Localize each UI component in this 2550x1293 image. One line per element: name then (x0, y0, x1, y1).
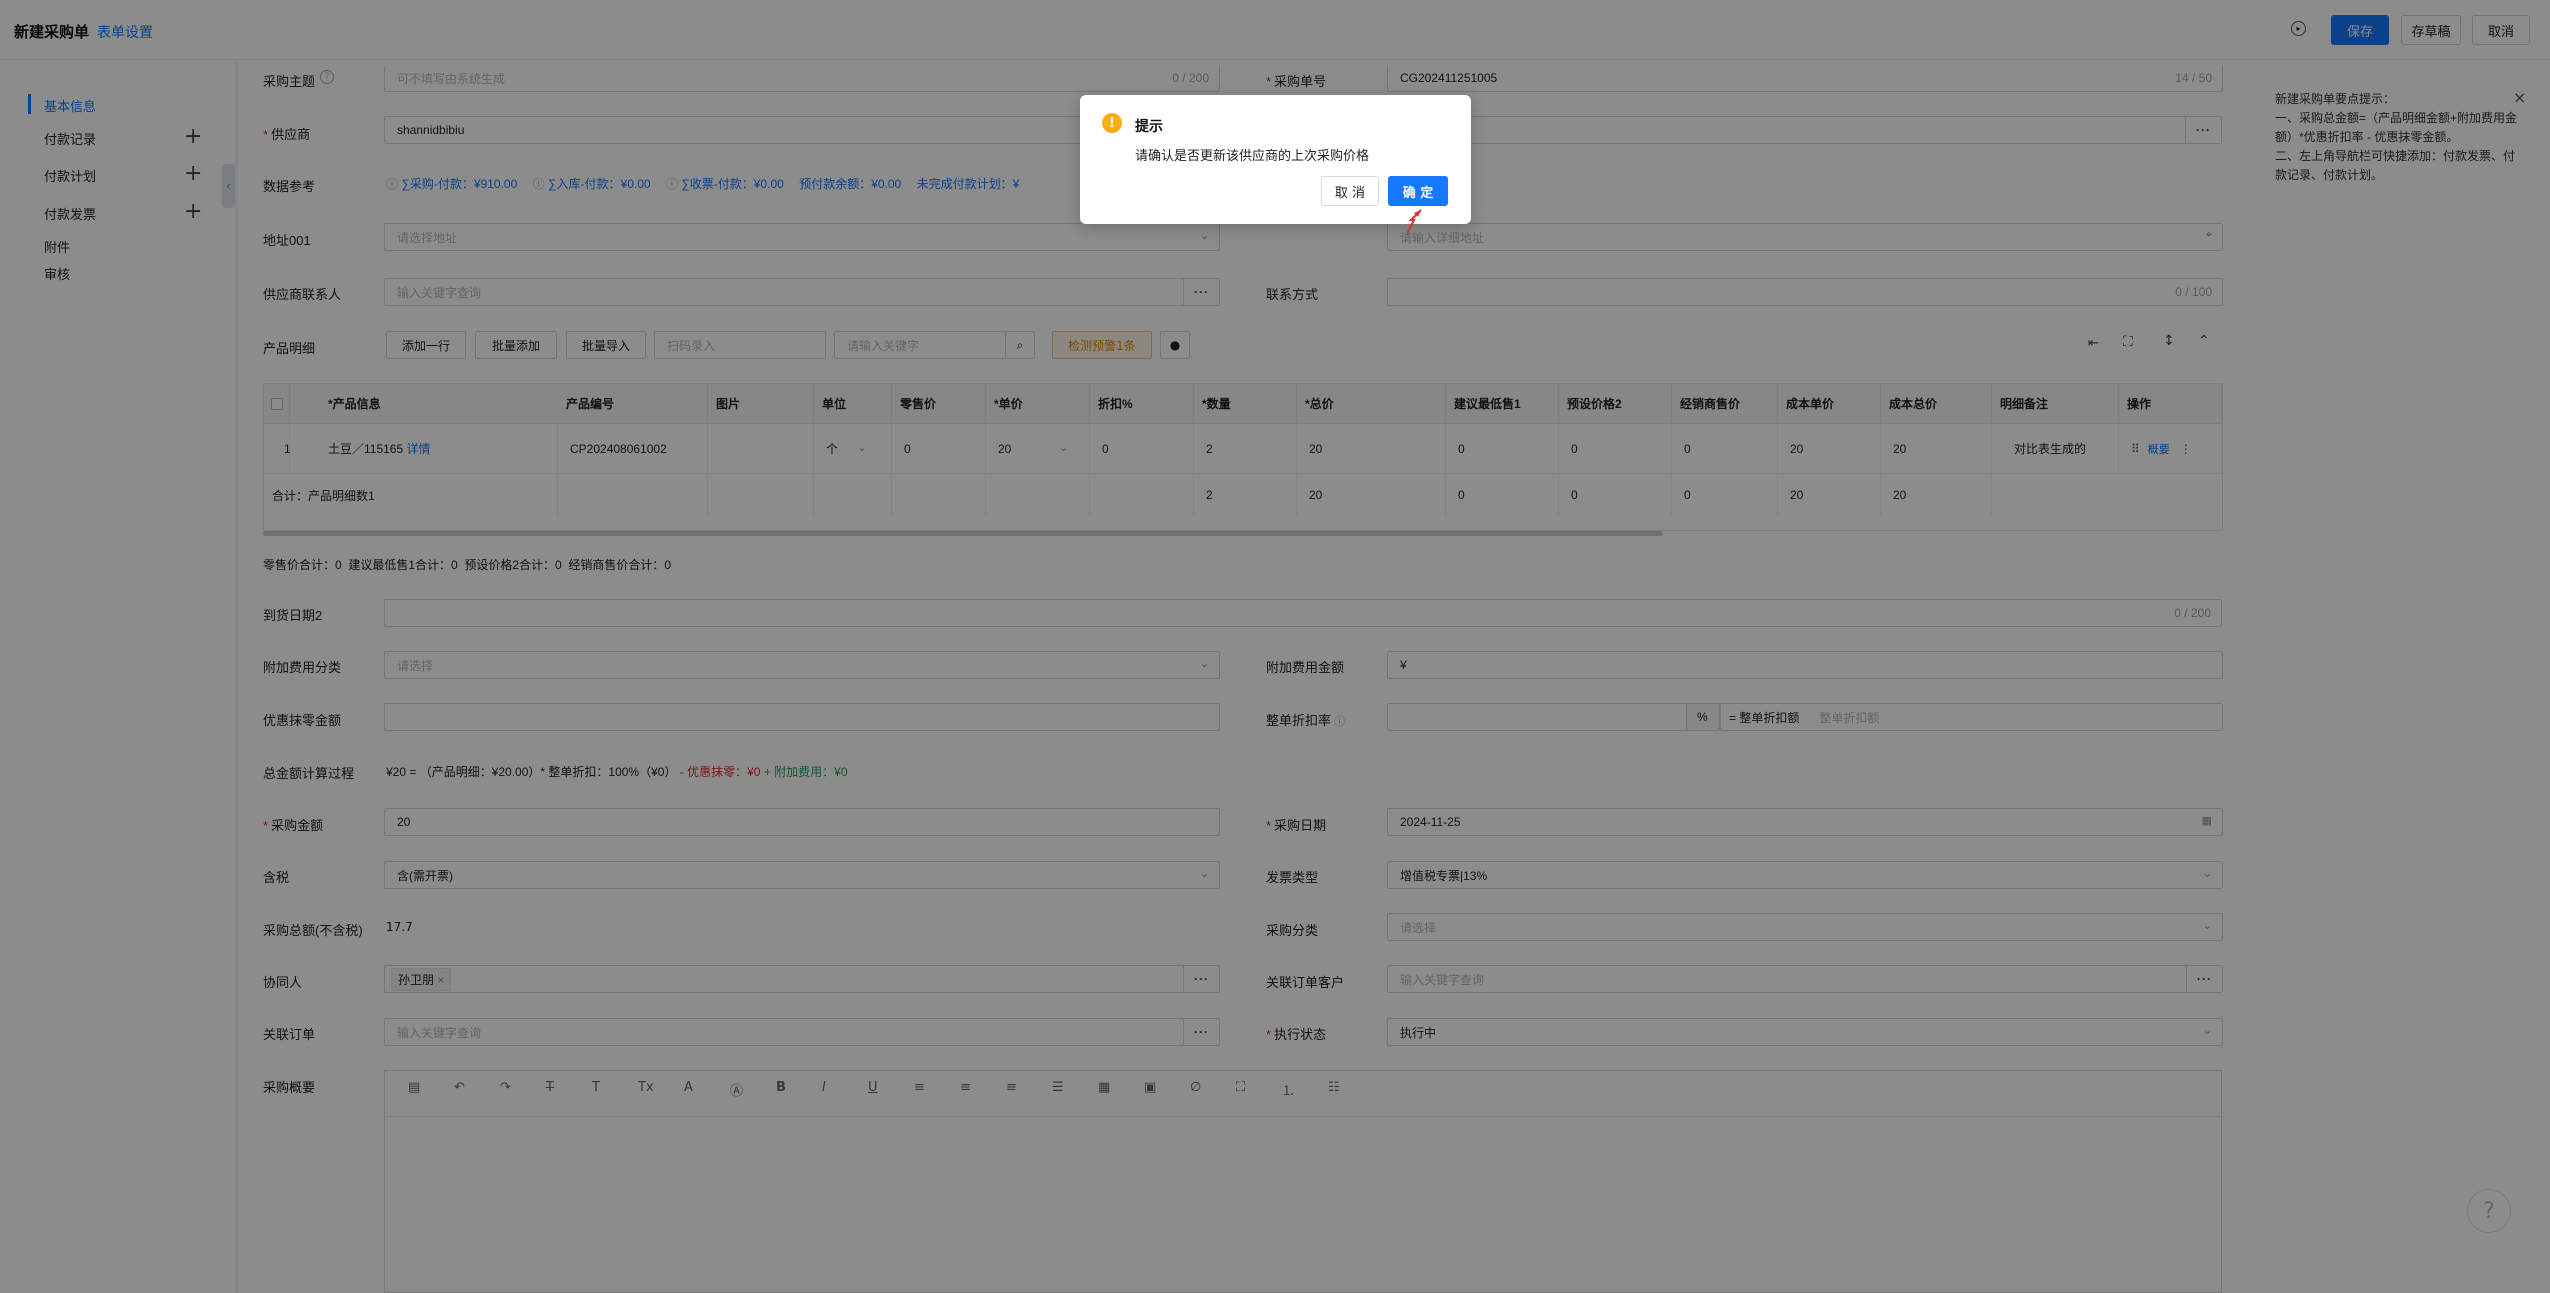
dialog-title: 提示 (1135, 119, 1163, 135)
dialog-message: 请确认是否更新该供应商的上次采购价格 (1135, 148, 1370, 163)
cursor-arrow-icon (1407, 209, 1422, 233)
warning-icon: ! (1102, 113, 1122, 133)
dialog-cancel-button[interactable]: 取 消 (1321, 176, 1379, 206)
dialog-confirm-button[interactable]: 确 定 (1388, 176, 1448, 206)
